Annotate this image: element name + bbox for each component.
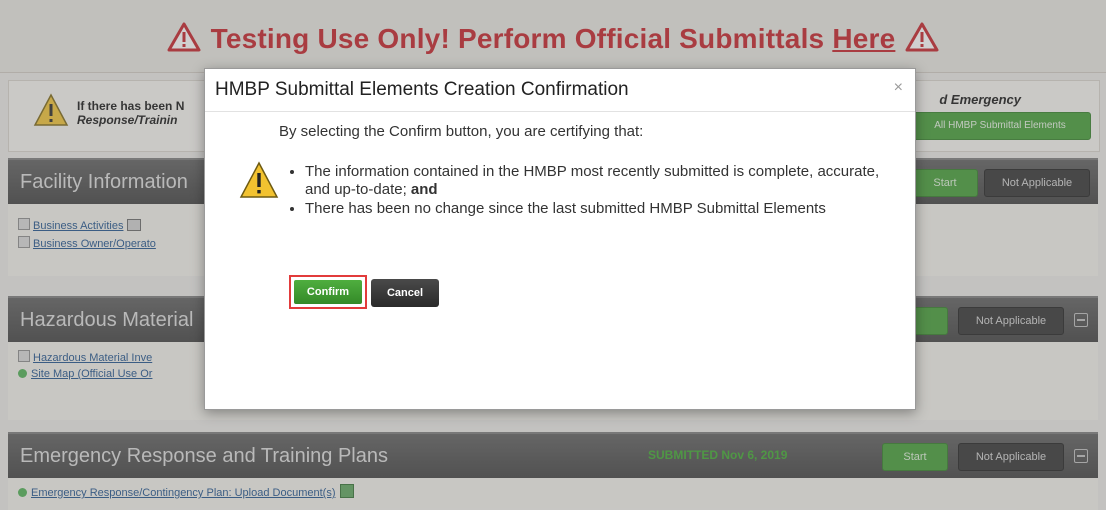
dialog-intro: By selecting the Confirm button, you are… xyxy=(279,123,644,140)
certification-item: There has been no change since the last … xyxy=(305,200,905,218)
confirm-button[interactable]: Confirm xyxy=(289,275,367,309)
confirm-label: Confirm xyxy=(294,280,362,304)
confirmation-dialog: HMBP Submittal Elements Creation Confirm… xyxy=(204,68,916,410)
certification-list: The information contained in the HMBP mo… xyxy=(287,163,905,219)
certification-text: The information contained in the HMBP mo… xyxy=(305,163,880,198)
certification-item: The information contained in the HMBP mo… xyxy=(305,163,905,199)
page: Testing Use Only! Perform Official Submi… xyxy=(0,0,1106,510)
dialog-title: HMBP Submittal Elements Creation Confirm… xyxy=(215,79,629,100)
cancel-button[interactable]: Cancel xyxy=(371,279,439,307)
caution-icon xyxy=(239,161,279,198)
close-icon[interactable]: × xyxy=(894,79,903,97)
certification-text: There has been no change since the last … xyxy=(305,200,826,217)
certification-emphasis: and xyxy=(410,181,438,198)
dialog-header: HMBP Submittal Elements Creation Confirm… xyxy=(205,69,915,112)
